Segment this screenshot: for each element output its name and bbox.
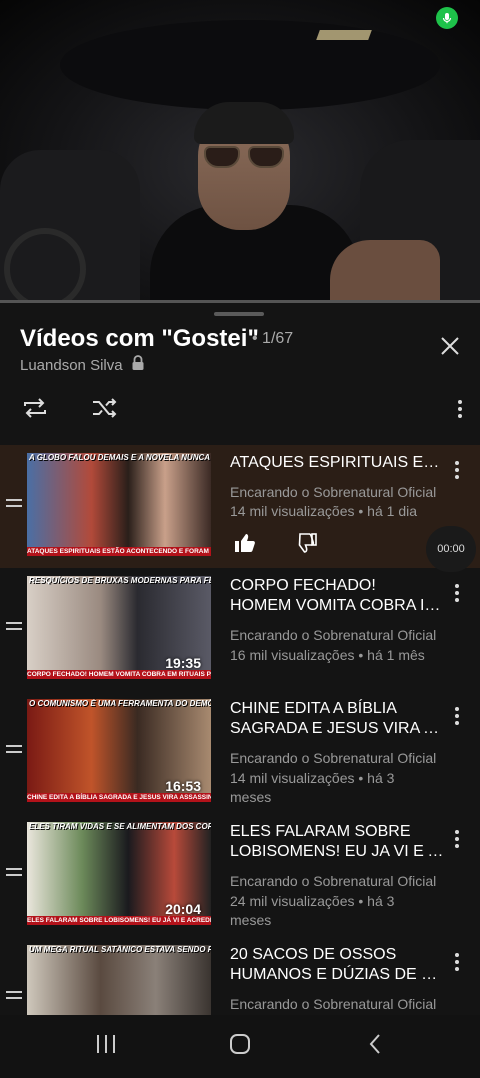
more-vertical-icon [457,399,463,424]
drag-handle-icon[interactable] [6,868,22,880]
back-button[interactable] [355,1033,395,1059]
video-title-line: SAGRADA E JESUS VIRA ASSASSINO [230,720,446,737]
lock-icon [131,355,145,375]
drag-handle-icon[interactable] [6,991,22,1003]
list-item[interactable]: ELES TIRAM VIDAS E SE ALIMENTAM DOS CORP… [0,814,480,937]
thumbnail-headline: RESQUÍCIOS DE BRUXAS MODERNAS PARA FECHA… [29,576,211,585]
shuffle-icon [91,397,119,424]
video-duration: 19:35 [165,655,201,671]
video-title-line: CORPO FECHADO! [230,577,376,594]
playlist-position: • 1/67 [252,330,294,347]
repeat-button[interactable] [20,396,50,424]
video-meta: 24 mil visualizações • há 3 meses [230,893,395,928]
video-title-line: LOBISOMENS! EU JA VI E ACREDITO [230,843,446,860]
video-title[interactable]: ATAQUES ESPIRITUAIS ESTÃO [230,453,446,473]
microphone-icon [436,7,458,29]
video-title-line: ATAQUES ESPIRITUAIS ESTÃO [230,454,446,471]
thumbnail-caption: ATAQUES ESPIRITUAIS ESTÃO ACONTECENDO E … [27,547,211,556]
video-title-line: CHINE EDITA A BÍBLIA [230,700,397,717]
system-navigation-bar [0,1015,480,1078]
item-more-button[interactable] [446,828,468,850]
sheet-drag-handle[interactable] [214,312,264,316]
playlist-owner-name: Luandson Silva [20,356,123,374]
video-thumbnail[interactable]: O COMUNISMO É UMA FERRAMENTA DO DEMÔNIO … [27,699,211,802]
video-title-line: ELES FALARAM SOBRE [230,823,411,840]
drag-handle-icon[interactable] [6,499,22,511]
thumbnail-headline: UM MEGA RITUAL SATÂNICO ESTAVA SENDO REA… [29,945,211,954]
thumbs-up-icon[interactable] [234,533,258,555]
list-item[interactable]: O COMUNISMO É UMA FERRAMENTA DO DEMÔNIO … [0,691,480,814]
playlist-more-button[interactable] [448,397,472,425]
video-channel: Encarando o Sobrenatural Oficial [230,750,437,766]
video-meta: 14 mil visualizações • há 3 meses [230,770,395,805]
thumbnail-headline: O COMUNISMO É UMA FERRAMENTA DO DEMÔNIO [29,699,211,708]
close-playlist-button[interactable] [436,334,464,362]
playlist-owner: Luandson Silva [20,355,145,375]
video-title-line: 20 SACOS DE OSSOS [230,946,397,963]
item-more-button[interactable] [446,951,468,973]
video-meta: 16 mil visualizações • há 1 mês [230,647,425,663]
video-sunglasses [204,146,286,168]
home-button[interactable] [220,1033,260,1059]
video-player[interactable] [0,0,480,300]
playlist-panel: Vídeos com "Gostei" • 1/67 Luandson Silv… [0,300,480,1015]
video-person-arm [330,240,440,300]
video-duration: 16:53 [165,778,201,794]
list-item[interactable]: UM MEGA RITUAL SATÂNICO ESTAVA SENDO REA… [0,937,480,1015]
video-title-line: HUMANOS E DÚZIAS DE CRÂNIOS [230,966,446,983]
thumbnail-caption: CHINE EDITA A BÍBLIA SAGRADA E JESUS VIR… [27,793,211,802]
recent-apps-button[interactable] [86,1033,126,1059]
video-thumbnail[interactable]: RESQUÍCIOS DE BRUXAS MODERNAS PARA FECHA… [27,576,211,679]
video-duration: 20:04 [165,901,201,917]
video-title[interactable]: CHINE EDITA A BÍBLIA SAGRADA E JESUS VIR… [230,699,446,739]
thumbnail-headline: ELES TIRAM VIDAS E SE ALIMENTAM DOS CORP… [29,822,211,831]
video-channel: Encarando o Sobrenatural Oficial [230,873,437,889]
back-icon [368,1033,382,1060]
shuffle-button[interactable] [90,396,120,424]
repeat-icon [21,397,49,424]
video-title[interactable]: CORPO FECHADO! HOMEM VOMITA COBRA INVOCA… [230,576,446,616]
video-thumbnail[interactable]: A GLOBO FALOU DEMAIS E A NOVELA NUNCA MA… [27,453,211,556]
item-more-button[interactable] [446,705,468,727]
drag-handle-icon[interactable] [6,745,22,757]
thumbnail-caption: ELES FALARAM SOBRE LOBISOMENS! EU JÁ VI … [27,916,211,925]
video-channel: Encarando o Sobrenatural Oficial [230,627,437,643]
home-icon [229,1033,251,1060]
close-icon [440,336,460,361]
video-thumbnail[interactable]: ELES TIRAM VIDAS E SE ALIMENTAM DOS CORP… [27,822,211,925]
video-title-line: HOMEM VOMITA COBRA INVOCANDO [230,597,446,614]
video-channel: Encarando o Sobrenatural Oficial [230,996,437,1012]
video-title[interactable]: ELES FALARAM SOBRE LOBISOMENS! EU JA VI … [230,822,446,862]
video-progress-bar[interactable] [0,300,480,303]
item-more-button[interactable] [446,459,468,481]
playlist-video-list: A GLOBO FALOU DEMAIS E A NOVELA NUNCA MA… [0,445,480,1015]
list-item[interactable]: A GLOBO FALOU DEMAIS E A NOVELA NUNCA MA… [0,445,480,572]
list-item[interactable]: RESQUÍCIOS DE BRUXAS MODERNAS PARA FECHA… [0,568,480,691]
video-steering-wheel [4,228,86,300]
video-title[interactable]: 20 SACOS DE OSSOS HUMANOS E DÚZIAS DE CR… [230,945,446,985]
video-meta: 14 mil visualizações • há 1 dia [230,503,417,519]
video-light [316,30,372,40]
thumbs-down-icon[interactable] [295,533,319,555]
playlist-title: Vídeos com "Gostei" [20,325,259,352]
video-thumbnail[interactable]: UM MEGA RITUAL SATÂNICO ESTAVA SENDO REA… [27,945,211,1015]
item-more-button[interactable] [446,582,468,604]
thumbnail-caption: CORPO FECHADO! HOMEM VOMITA COBRA EM RIT… [27,670,211,679]
thumbnail-headline: A GLOBO FALOU DEMAIS E A NOVELA NUNCA MA… [29,453,211,462]
recent-apps-icon [95,1034,117,1059]
drag-handle-icon[interactable] [6,622,22,634]
video-background [60,20,440,110]
video-channel: Encarando o Sobrenatural Oficial [230,484,437,500]
playback-time: 00:00 [426,526,476,572]
video-person-hair [194,102,294,144]
